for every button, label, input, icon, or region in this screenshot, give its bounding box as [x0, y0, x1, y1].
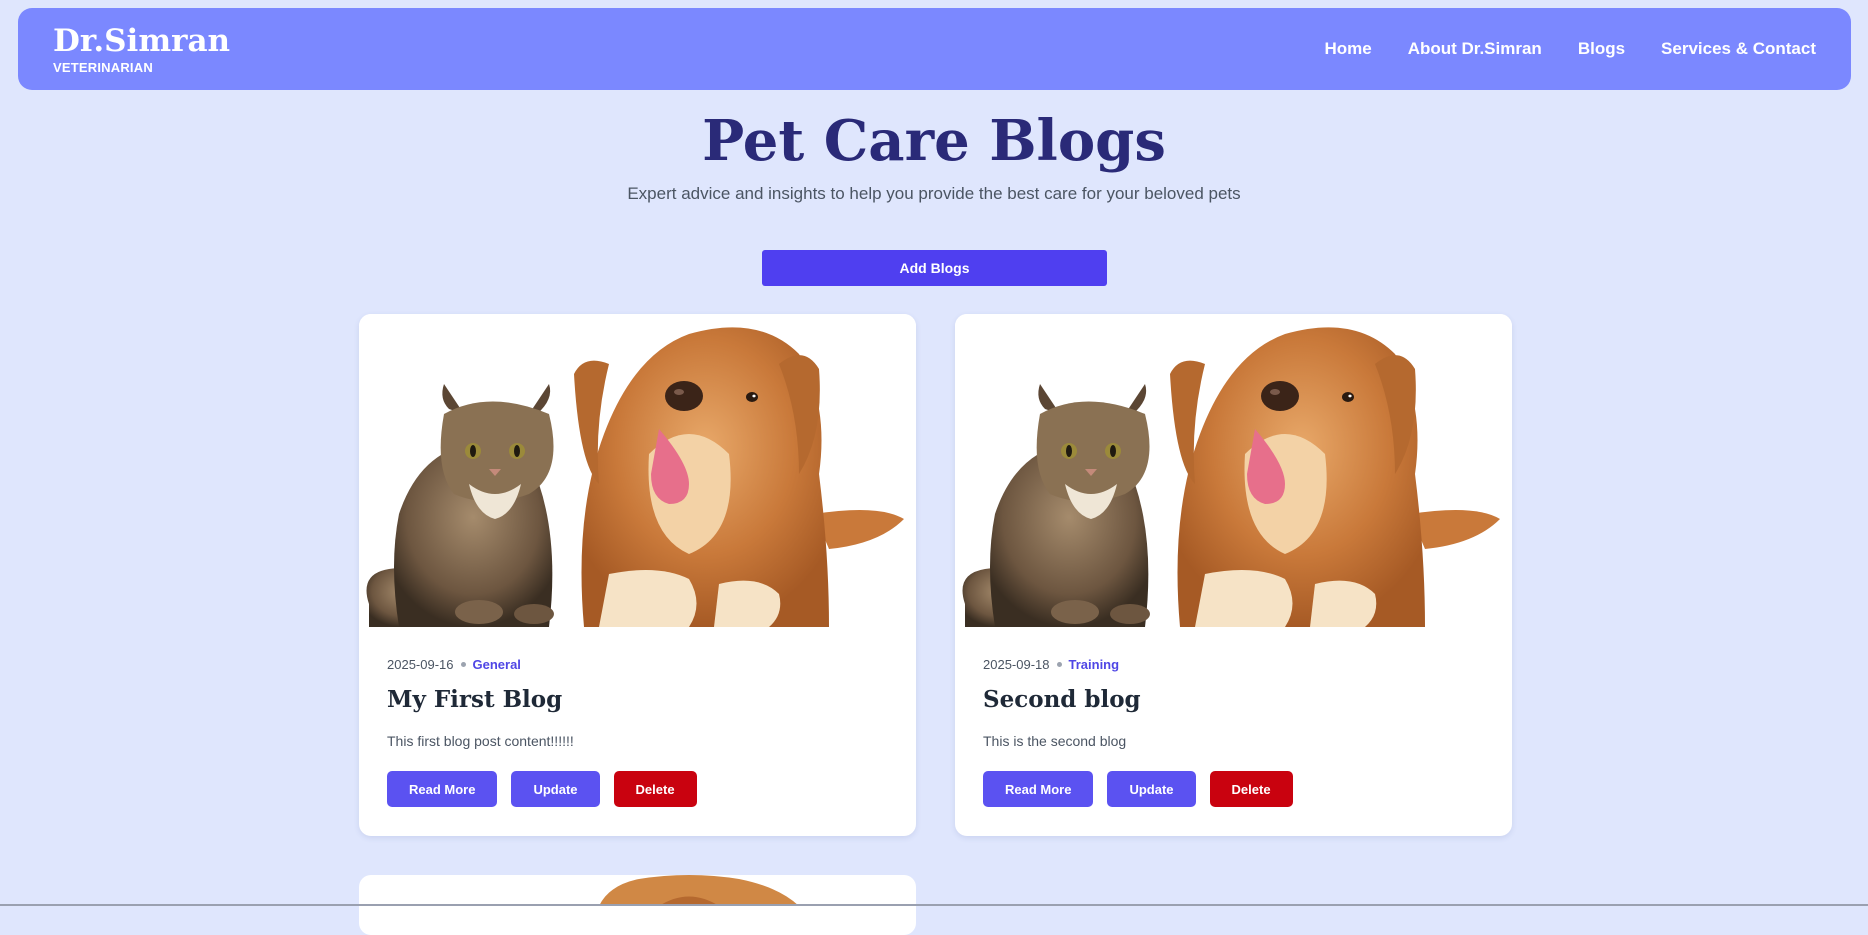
blog-date: 2025-09-18: [983, 657, 1050, 672]
cat-and-dog-photo: [599, 875, 799, 906]
delete-button[interactable]: Delete: [613, 771, 697, 807]
blog-title: My First Blog: [387, 686, 563, 713]
cat-and-dog-photo: [366, 327, 904, 627]
blog-image: [359, 314, 916, 627]
blog-actions: Read More Update Delete: [387, 771, 888, 807]
page-title: Pet Care Blogs: [702, 108, 1166, 174]
update-button[interactable]: Update: [511, 771, 600, 807]
blog-meta: 2025-09-18 Training: [983, 657, 1484, 672]
page-subtitle: Expert advice and insights to help you p…: [627, 184, 1241, 203]
nav-home[interactable]: Home: [1324, 39, 1371, 59]
brand[interactable]: Dr.Simran VETERINARIAN: [53, 24, 230, 75]
add-blogs-button[interactable]: Add Blogs: [762, 250, 1107, 286]
blog-excerpt: This is the second blog: [983, 733, 1127, 749]
blog-actions: Read More Update Delete: [983, 771, 1484, 807]
brand-name: Dr.Simran: [53, 22, 231, 59]
nav-blogs[interactable]: Blogs: [1578, 39, 1625, 59]
cat-and-dog-photo: [962, 327, 1500, 627]
blog-category: Training: [1068, 657, 1120, 672]
read-more-button[interactable]: Read More: [983, 771, 1094, 807]
delete-button[interactable]: Delete: [1209, 771, 1293, 807]
nav-about[interactable]: About Dr.Simran: [1408, 39, 1542, 59]
navbar: Dr.Simran VETERINARIAN Home About Dr.Sim…: [18, 8, 1851, 90]
separator-dot-icon: [460, 662, 466, 667]
blog-title: Second blog: [983, 686, 1141, 713]
blog-excerpt: This first blog post content!!!!!!: [387, 733, 574, 749]
blog-date: 2025-09-16: [387, 657, 454, 672]
update-button[interactable]: Update: [1107, 771, 1196, 807]
blog-category: General: [472, 657, 521, 672]
blog-card: 2025-09-16 General My First Blog This fi…: [359, 314, 916, 836]
separator-dot-icon: [1056, 662, 1062, 667]
read-more-button[interactable]: Read More: [387, 771, 498, 807]
blog-card: 2025-09-18 Training Second blog This is …: [955, 314, 1512, 836]
blog-image: [955, 314, 1512, 627]
blog-meta: 2025-09-16 General: [387, 657, 888, 672]
brand-subtitle: VETERINARIAN: [53, 59, 153, 75]
nav-links: Home About Dr.Simran Blogs Services & Co…: [1324, 39, 1816, 59]
nav-services-contact[interactable]: Services & Contact: [1661, 39, 1816, 59]
